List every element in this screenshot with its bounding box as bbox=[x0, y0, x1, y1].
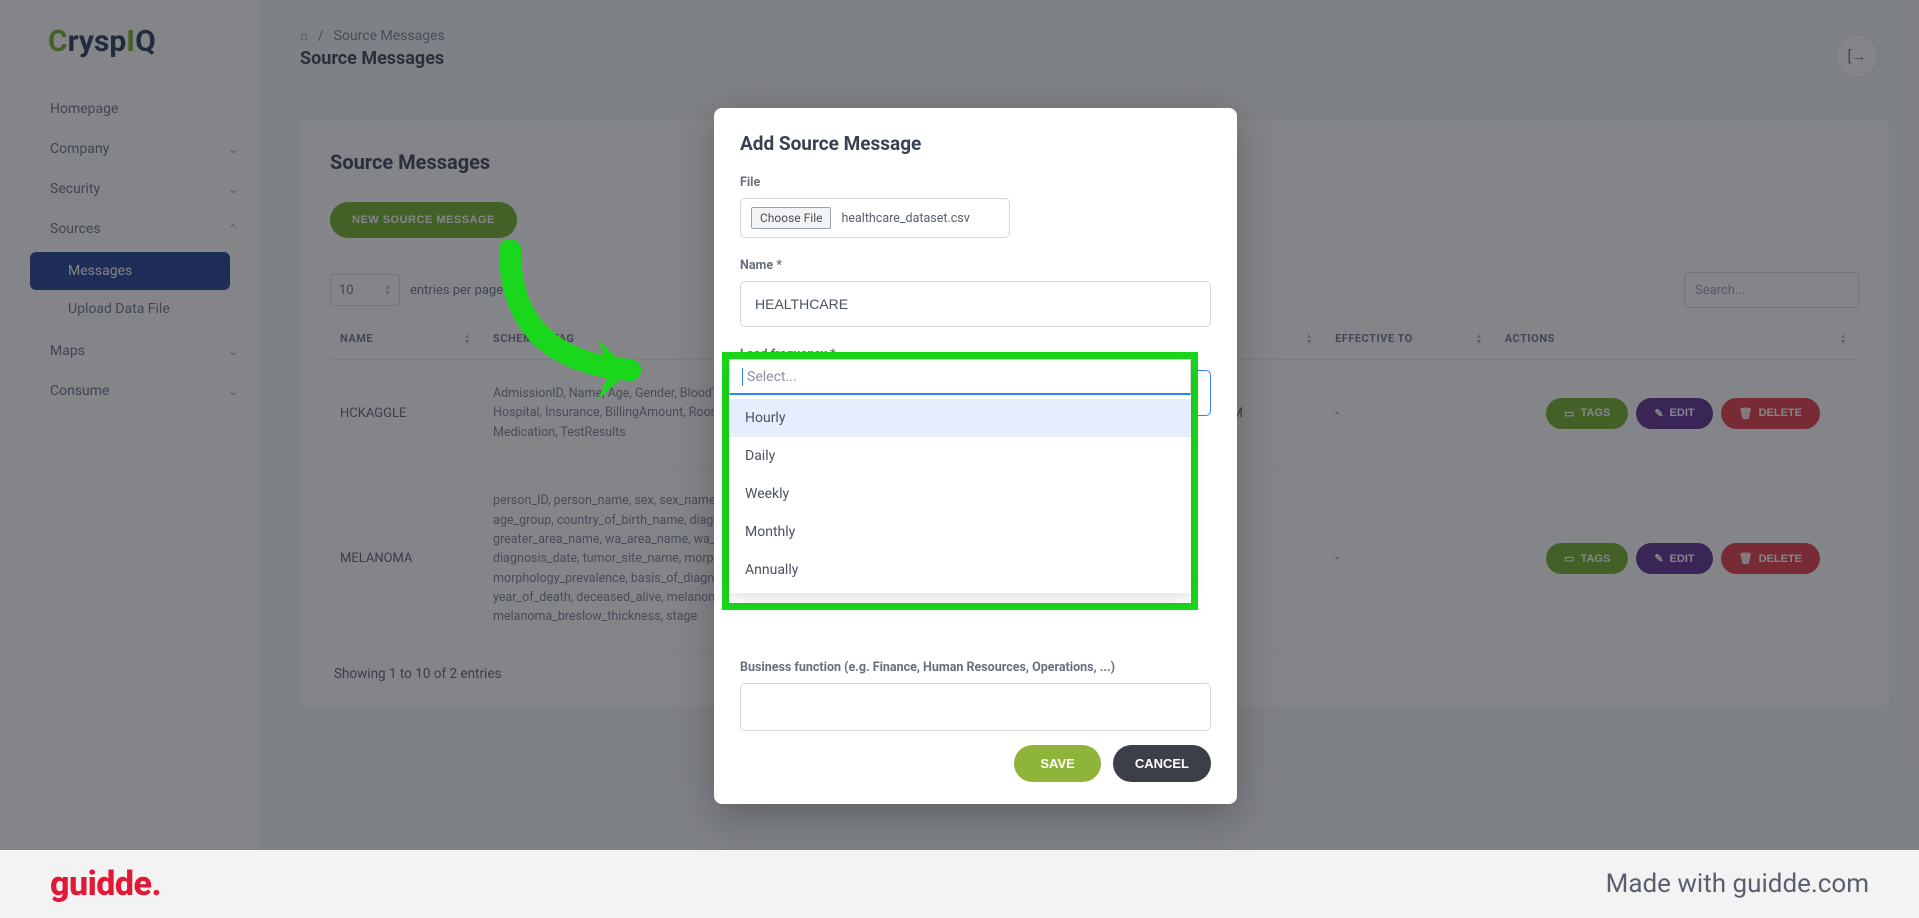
business-function-label: Business function (e.g. Finance, Human R… bbox=[740, 660, 1211, 675]
cancel-button[interactable]: CANCEL bbox=[1113, 745, 1211, 782]
dropdown-option-monthly[interactable]: Monthly bbox=[729, 513, 1191, 551]
file-input-row: Choose File healthcare_dataset.csv bbox=[740, 198, 1010, 238]
chosen-file-name: healthcare_dataset.csv bbox=[841, 211, 969, 226]
business-function-input[interactable] bbox=[740, 683, 1211, 731]
dropdown-search-placeholder: Select... bbox=[747, 369, 797, 385]
modal-title: Add Source Message bbox=[740, 132, 1211, 155]
dropdown-option-hourly[interactable]: Hourly bbox=[729, 399, 1191, 437]
save-button[interactable]: SAVE bbox=[1014, 745, 1100, 782]
dropdown-option-daily[interactable]: Daily bbox=[729, 437, 1191, 475]
name-label: Name * bbox=[740, 258, 1211, 273]
dropdown-search-input[interactable]: Select... bbox=[729, 359, 1191, 395]
made-with-text: Made with guidde.com bbox=[1606, 869, 1869, 899]
dropdown-option-weekly[interactable]: Weekly bbox=[729, 475, 1191, 513]
choose-file-button[interactable]: Choose File bbox=[751, 207, 831, 229]
load-frequency-dropdown: Select... Hourly Daily Weekly Monthly An… bbox=[729, 359, 1191, 593]
name-input[interactable] bbox=[740, 281, 1211, 327]
footer-bar: guidde. Made with guidde.com bbox=[0, 850, 1919, 918]
file-label: File bbox=[740, 175, 1211, 190]
dropdown-option-annually[interactable]: Annually bbox=[729, 551, 1191, 589]
guidde-logo: guidde. bbox=[50, 864, 161, 904]
